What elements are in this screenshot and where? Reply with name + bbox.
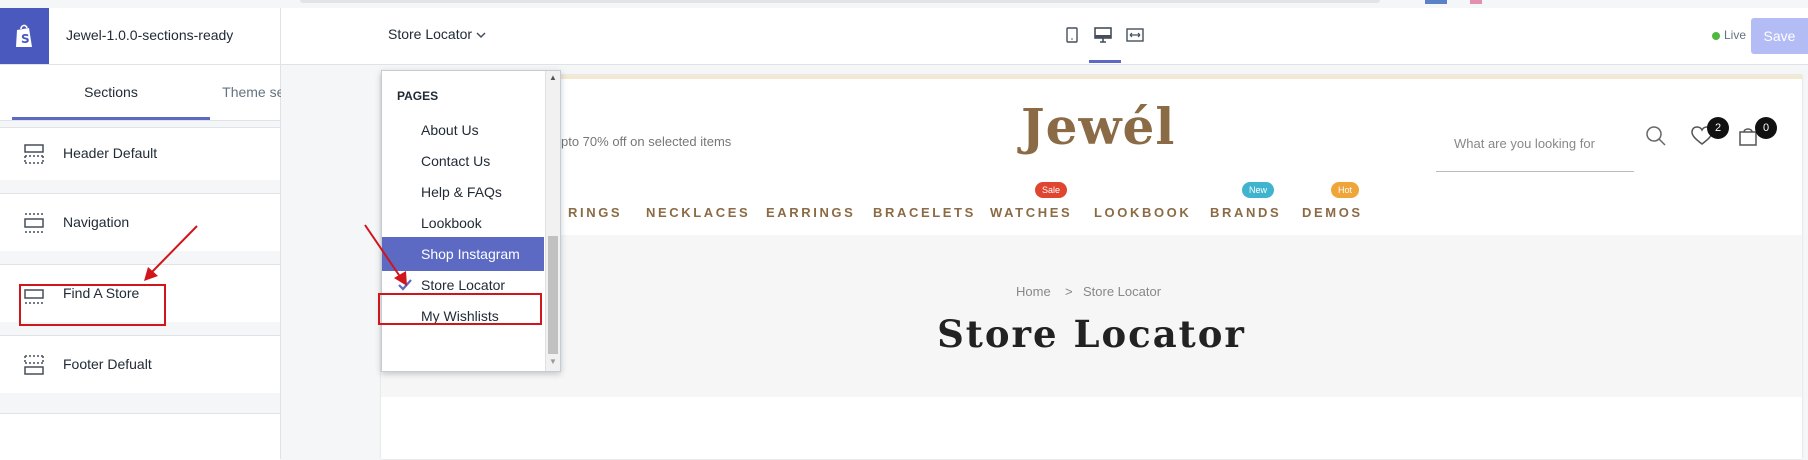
annotation-arrow (144, 225, 198, 281)
annotation-arrows (144, 224, 407, 286)
annotation-arrow (364, 224, 407, 286)
